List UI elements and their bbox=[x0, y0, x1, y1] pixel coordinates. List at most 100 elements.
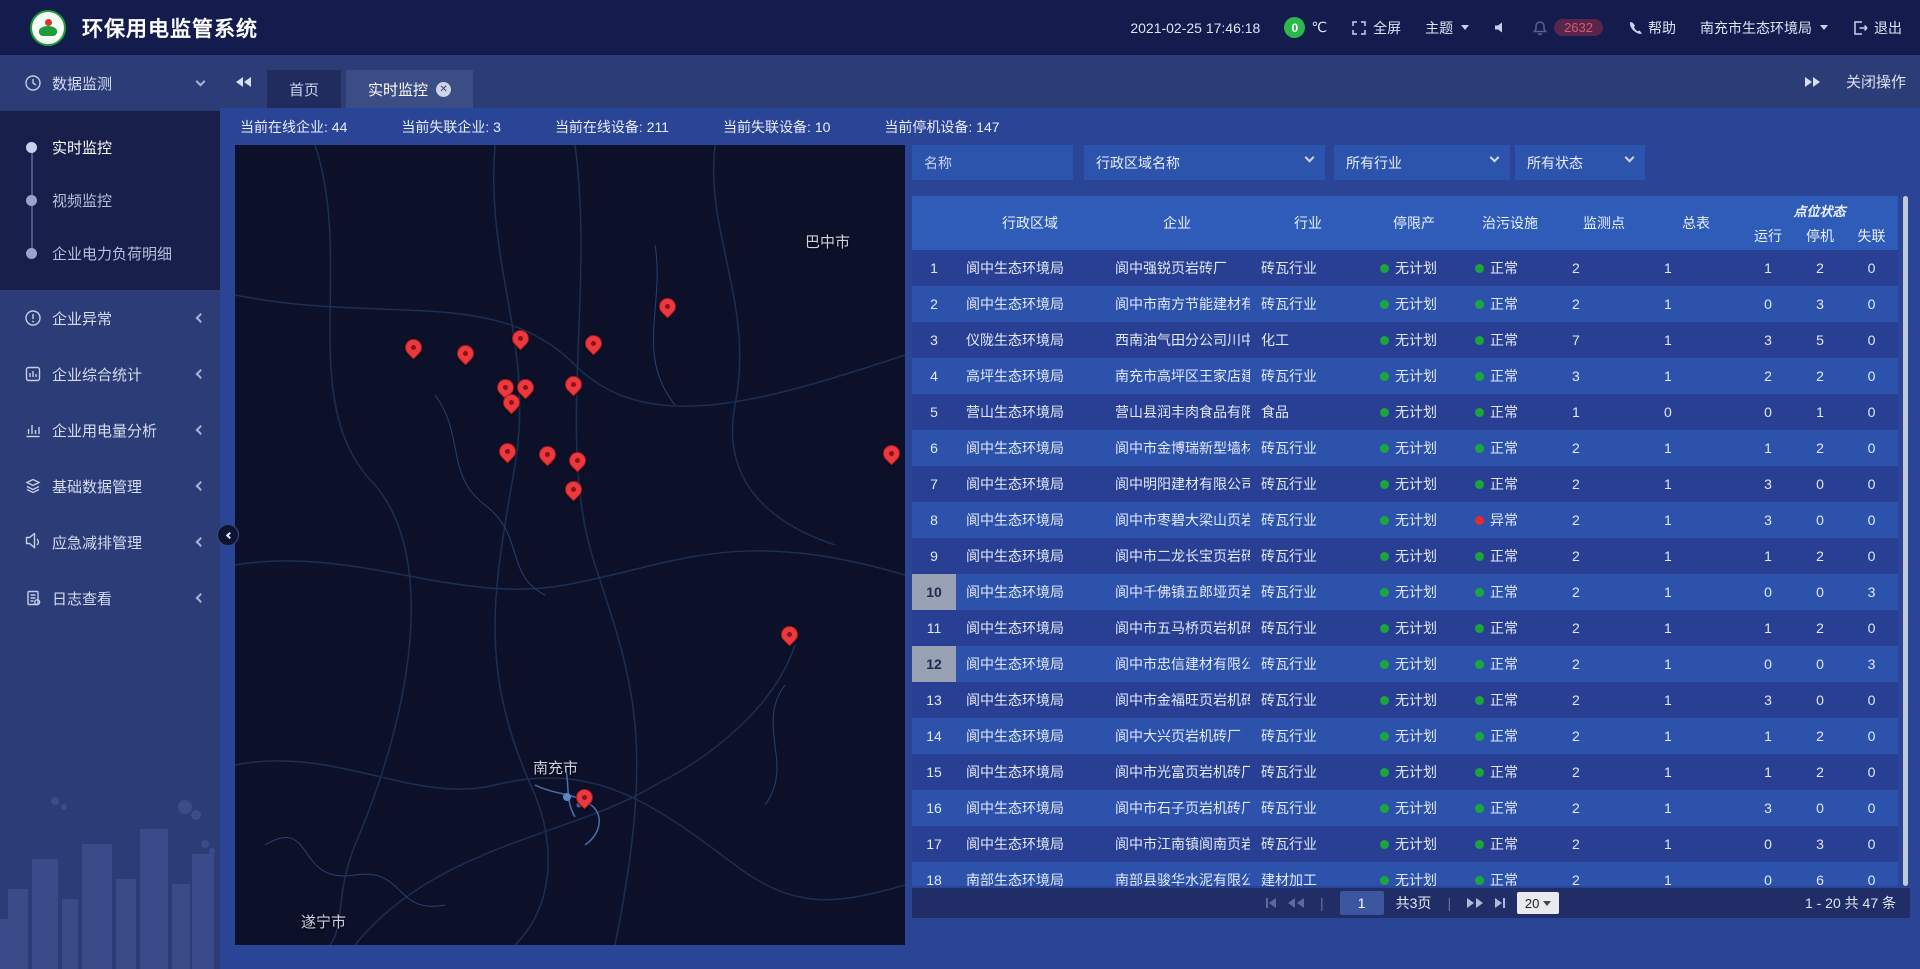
row-meter: 1 bbox=[1650, 656, 1742, 672]
row-run: 0 bbox=[1742, 836, 1794, 852]
status-dot-icon bbox=[1380, 336, 1389, 345]
row-limit-status: 无计划 bbox=[1366, 726, 1462, 746]
table-row[interactable]: 16阆中生态环境局阆中市石子页岩机砖厂砖瓦行业无计划正常21300 bbox=[912, 790, 1898, 826]
sidebar-item-label: 数据监测 bbox=[0, 73, 112, 94]
row-index: 9 bbox=[912, 538, 956, 574]
tab-close-icon[interactable]: ✕ bbox=[436, 82, 451, 97]
row-stop: 1 bbox=[1794, 404, 1846, 420]
table-row[interactable]: 18南部生态环境局南部县骏华水泥有限公建材加工无计划正常21060 bbox=[912, 862, 1898, 886]
table-row[interactable]: 4高坪生态环境局南充市高坪区王家店建砖瓦行业无计划正常31220 bbox=[912, 358, 1898, 394]
row-meter: 1 bbox=[1650, 692, 1742, 708]
status-dot-icon bbox=[1380, 516, 1389, 525]
row-industry: 砖瓦行业 bbox=[1250, 510, 1366, 530]
page-size-select[interactable]: 20 bbox=[1517, 892, 1559, 914]
sidebar-subitem-0-1[interactable]: 视频监控 bbox=[0, 174, 220, 227]
table-row[interactable]: 11阆中生态环境局阆中市五马桥页岩机砖砖瓦行业无计划正常21120 bbox=[912, 610, 1898, 646]
chevron-down-icon bbox=[1305, 153, 1315, 163]
sidebar-item-3[interactable]: 企业用电量分析 bbox=[0, 402, 220, 458]
map-panel[interactable]: 巴中市南充市遂宁市 bbox=[235, 145, 905, 945]
row-company: 西南油气田分公司川中 bbox=[1104, 330, 1250, 350]
last-page-button[interactable] bbox=[1495, 898, 1505, 908]
row-limit-status: 无计划 bbox=[1366, 546, 1462, 566]
status-filter-select[interactable]: 所有状态 bbox=[1515, 145, 1645, 180]
sidebar-item-6[interactable]: 日志查看 bbox=[0, 570, 220, 626]
tab-home[interactable]: 首页 bbox=[267, 70, 341, 108]
row-index: 15 bbox=[912, 754, 956, 790]
table-row[interactable]: 17阆中生态环境局阆中市江南镇阆南页岩砖瓦行业无计划正常21030 bbox=[912, 826, 1898, 862]
industry-filter-select[interactable]: 所有行业 bbox=[1334, 145, 1510, 180]
first-page-button[interactable] bbox=[1266, 898, 1276, 908]
sound-toggle[interactable] bbox=[1493, 20, 1508, 35]
tabs-scroll-left-button[interactable] bbox=[220, 55, 267, 108]
row-index: 8 bbox=[912, 502, 956, 538]
status-dot-icon bbox=[1380, 408, 1389, 417]
table-row[interactable]: 2阆中生态环境局阆中市南方节能建材有砖瓦行业无计划正常21030 bbox=[912, 286, 1898, 322]
table-row[interactable]: 3仪陇生态环境局西南油气田分公司川中化工无计划正常71350 bbox=[912, 322, 1898, 358]
table-row[interactable]: 13阆中生态环境局阆中市金福旺页岩机砖砖瓦行业无计划正常21300 bbox=[912, 682, 1898, 718]
sidebar-item-4[interactable]: 基础数据管理 bbox=[0, 458, 220, 514]
row-lost: 0 bbox=[1846, 872, 1897, 886]
notifications[interactable]: 2632 bbox=[1532, 19, 1603, 36]
help-button[interactable]: 帮助 bbox=[1627, 18, 1676, 38]
status-dot-icon bbox=[1475, 264, 1484, 273]
col-run: 运行 bbox=[1742, 222, 1794, 250]
table-row[interactable]: 8阆中生态环境局阆中市枣碧大梁山页岩砖瓦行业无计划异常21300 bbox=[912, 502, 1898, 538]
table-scrollbar[interactable] bbox=[1903, 196, 1908, 886]
row-lost: 0 bbox=[1846, 764, 1897, 780]
table-row[interactable]: 1阆中生态环境局阆中强锐页岩砖厂砖瓦行业无计划正常21120 bbox=[912, 250, 1898, 286]
sidebar-item-2[interactable]: 企业综合统计 bbox=[0, 346, 220, 402]
brand: 环保用电监管系统 bbox=[0, 10, 258, 46]
sidebar-item-1[interactable]: 企业异常 bbox=[0, 290, 220, 346]
theme-dropdown[interactable]: 主题 bbox=[1425, 18, 1469, 38]
prev-page-button[interactable] bbox=[1288, 898, 1304, 908]
row-stop: 3 bbox=[1794, 296, 1846, 312]
bullet-icon bbox=[26, 195, 37, 206]
row-lost: 0 bbox=[1846, 260, 1897, 276]
map-collapse-button[interactable] bbox=[217, 524, 239, 546]
temperature-badge: 0 bbox=[1284, 17, 1305, 38]
next-page-button[interactable] bbox=[1467, 898, 1483, 908]
org-dropdown[interactable]: 南充市生态环境局 bbox=[1700, 18, 1828, 38]
row-points: 2 bbox=[1558, 800, 1650, 816]
table-row[interactable]: 6阆中生态环境局阆中市金博瑞新型墙材砖瓦行业无计划正常21120 bbox=[912, 430, 1898, 466]
sidebar-subitem-0-0[interactable]: 实时监控 bbox=[0, 121, 220, 174]
table-row[interactable]: 14阆中生态环境局阆中大兴页岩机砖厂砖瓦行业无计划正常21120 bbox=[912, 718, 1898, 754]
row-industry: 砖瓦行业 bbox=[1250, 438, 1366, 458]
table-row[interactable]: 15阆中生态环境局阆中市光富页岩机砖厂砖瓦行业无计划正常21120 bbox=[912, 754, 1898, 790]
table-row[interactable]: 12阆中生态环境局阆中市忠信建材有限公砖瓦行业无计划正常21003 bbox=[912, 646, 1898, 682]
fullscreen-button[interactable]: 全屏 bbox=[1351, 18, 1401, 38]
row-points: 2 bbox=[1558, 476, 1650, 492]
chevron-left-icon bbox=[196, 313, 206, 323]
row-facility-status: 正常 bbox=[1462, 330, 1558, 350]
row-lost: 0 bbox=[1846, 440, 1897, 456]
page-number-input[interactable]: 1 bbox=[1340, 891, 1384, 915]
sidebar-item-label: 应急减排管理 bbox=[0, 532, 142, 553]
row-facility-status: 异常 bbox=[1462, 510, 1558, 530]
bullet-icon bbox=[26, 142, 37, 153]
row-points: 2 bbox=[1558, 656, 1650, 672]
sidebar-subitem-0-2[interactable]: 企业电力负荷明细 bbox=[0, 227, 220, 280]
table-row[interactable]: 5营山生态环境局营山县润丰肉食品有限食品无计划正常10010 bbox=[912, 394, 1898, 430]
region-filter-select[interactable]: 行政区域名称 bbox=[1084, 145, 1325, 180]
table-row[interactable]: 10阆中生态环境局阆中千佛镇五郎垭页岩砖瓦行业无计划正常21003 bbox=[912, 574, 1898, 610]
name-filter-input[interactable]: 名称 bbox=[912, 145, 1073, 180]
row-region: 阆中生态环境局 bbox=[956, 762, 1104, 782]
close-actions-button[interactable]: 关闭操作 bbox=[1846, 71, 1906, 92]
sidebar-item-5[interactable]: 应急减排管理 bbox=[0, 514, 220, 570]
row-index: 18 bbox=[912, 862, 956, 886]
row-meter: 1 bbox=[1650, 440, 1742, 456]
row-stop: 0 bbox=[1794, 584, 1846, 600]
table-row[interactable]: 9阆中生态环境局阆中市二龙长宝页岩砖砖瓦行业无计划正常21120 bbox=[912, 538, 1898, 574]
tabs-scroll-right-button[interactable] bbox=[1805, 55, 1820, 108]
tab-bar: 首页 实时监控 ✕ 关闭操作 bbox=[220, 55, 1920, 108]
row-company: 南充市高坪区王家店建 bbox=[1104, 366, 1250, 386]
table-row[interactable]: 7阆中生态环境局阆中明阳建材有限公司砖瓦行业无计划正常21300 bbox=[912, 466, 1898, 502]
row-limit-status: 无计划 bbox=[1366, 438, 1462, 458]
row-company: 阆中市二龙长宝页岩砖 bbox=[1104, 546, 1250, 566]
tab-realtime-monitoring[interactable]: 实时监控 ✕ bbox=[346, 70, 473, 108]
col-limit: 停限产 bbox=[1366, 196, 1462, 250]
row-industry: 砖瓦行业 bbox=[1250, 474, 1366, 494]
logout-button[interactable]: 退出 bbox=[1852, 18, 1902, 38]
row-industry: 砖瓦行业 bbox=[1250, 546, 1366, 566]
sidebar-item-0[interactable]: 数据监测 bbox=[0, 55, 220, 111]
